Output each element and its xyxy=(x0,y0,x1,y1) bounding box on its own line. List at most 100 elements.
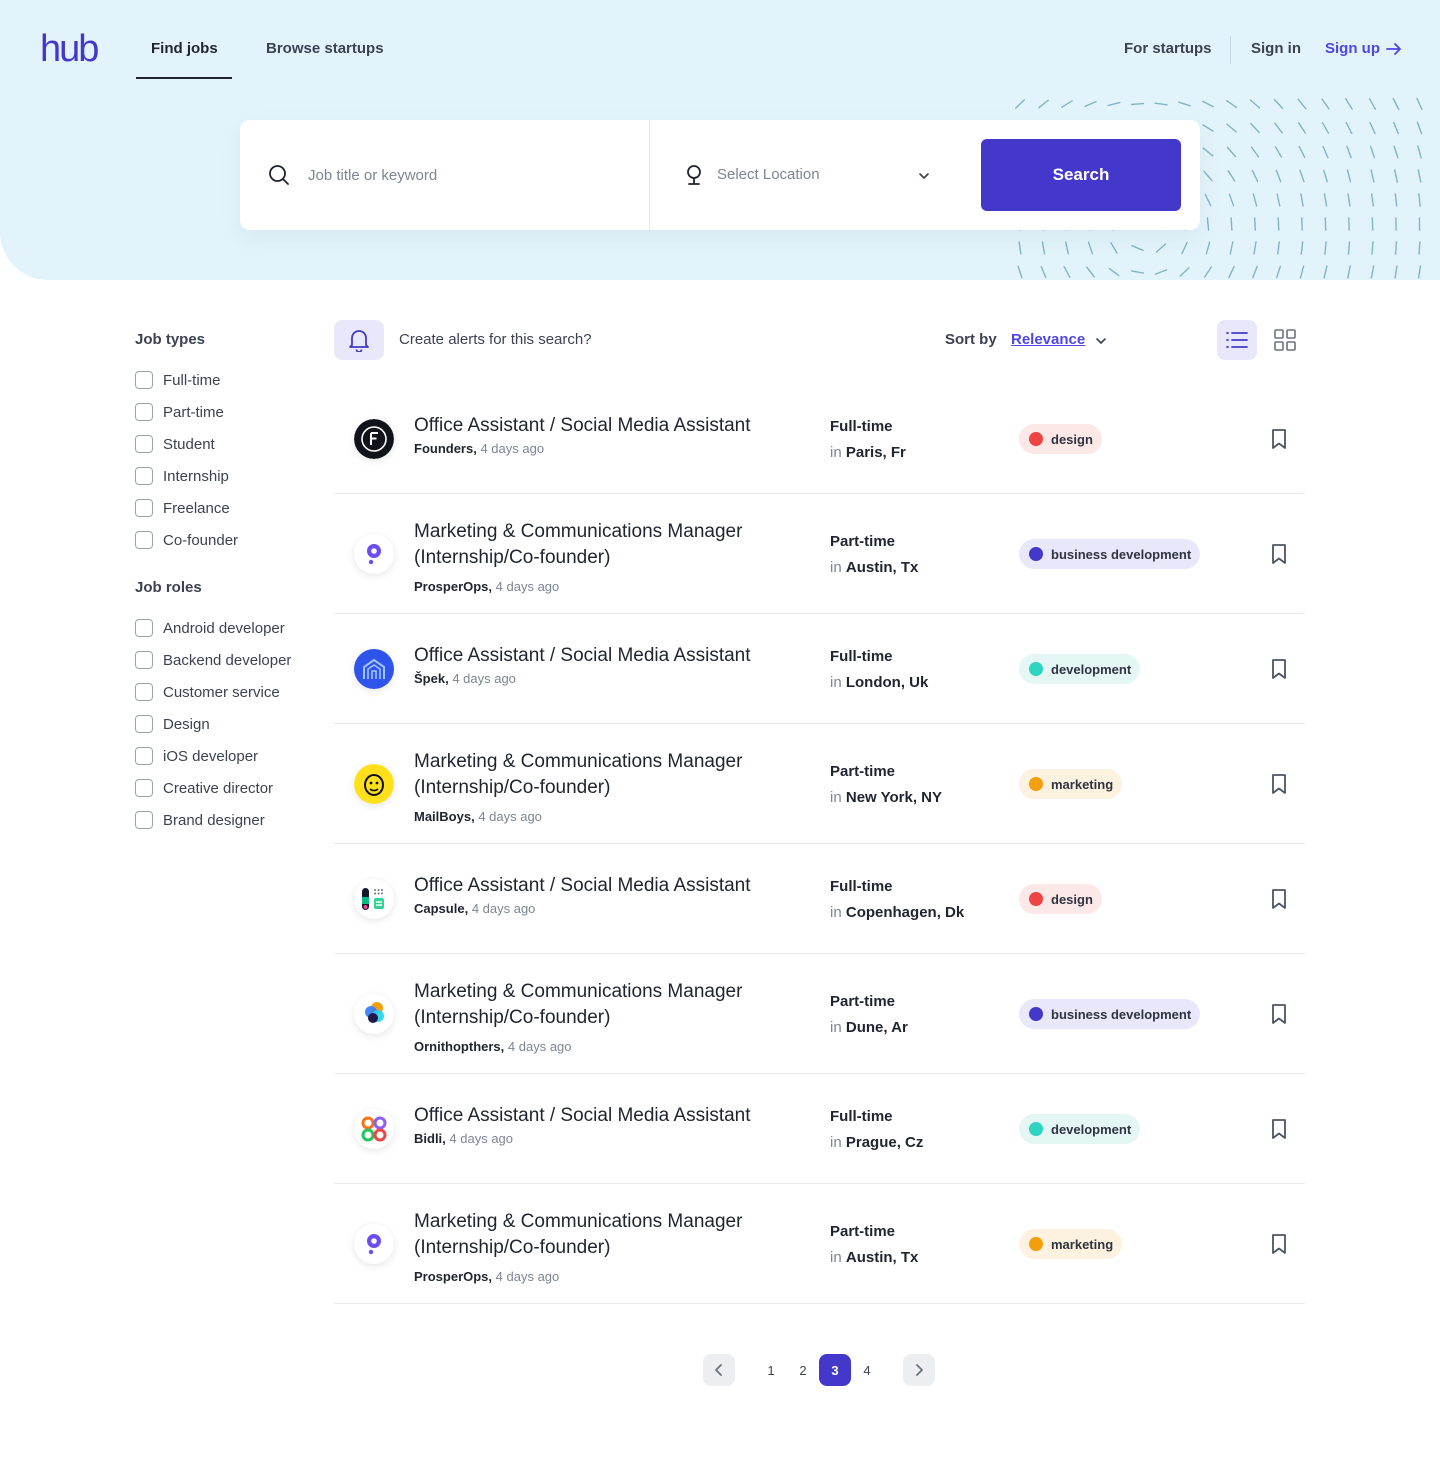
bookmark-icon[interactable] xyxy=(1270,1118,1288,1140)
filter-option-job-role[interactable]: Android developer xyxy=(135,612,291,644)
filter-option-job-type[interactable]: Freelance xyxy=(135,492,238,524)
job-title[interactable]: Office Assistant / Social Media Assistan… xyxy=(414,873,794,899)
next-page-button[interactable] xyxy=(903,1354,935,1386)
category-tag[interactable]: design xyxy=(1019,884,1102,914)
filter-option-job-role[interactable]: Customer service xyxy=(135,676,291,708)
previous-page-button[interactable] xyxy=(703,1354,735,1386)
nav-find-jobs[interactable]: Find jobs xyxy=(151,40,218,57)
job-row[interactable]: Marketing & Communications Manager (Inte… xyxy=(334,954,1305,1074)
filter-checkbox[interactable] xyxy=(135,715,153,733)
hub-logo[interactable]: hub xyxy=(40,30,99,68)
category-tag[interactable]: business development xyxy=(1019,999,1201,1029)
company-name[interactable]: Špek, xyxy=(414,671,449,686)
filter-option-job-role[interactable]: Design xyxy=(135,708,291,740)
sort-label: Sort by xyxy=(945,331,997,348)
company-name[interactable]: ProsperOps, xyxy=(414,579,492,594)
category-tag[interactable]: design xyxy=(1019,424,1102,454)
bookmark-icon[interactable] xyxy=(1270,1003,1288,1025)
company-name[interactable]: Ornithopthers, xyxy=(414,1039,504,1054)
filter-checkbox[interactable] xyxy=(135,651,153,669)
decorative-dash xyxy=(1249,99,1261,109)
filter-option-job-type[interactable]: Part-time xyxy=(135,396,238,428)
posted-date: 4 days ago xyxy=(452,671,516,686)
job-title[interactable]: Marketing & Communications Manager (Inte… xyxy=(414,1209,794,1261)
grid-view-toggle[interactable] xyxy=(1265,320,1305,360)
nav-sign-in[interactable]: Sign in xyxy=(1251,40,1301,57)
filter-checkbox[interactable] xyxy=(135,747,153,765)
filter-checkbox[interactable] xyxy=(135,403,153,421)
filter-checkbox[interactable] xyxy=(135,619,153,637)
filter-checkbox[interactable] xyxy=(135,499,153,517)
filter-option-job-type[interactable]: Internship xyxy=(135,460,238,492)
bookmark-icon[interactable] xyxy=(1270,543,1288,565)
job-title[interactable]: Marketing & Communications Manager (Inte… xyxy=(414,519,794,571)
search-bar: Select Location Search xyxy=(240,120,1200,230)
filter-checkbox[interactable] xyxy=(135,811,153,829)
job-row[interactable]: Office Assistant / Social Media Assistan… xyxy=(334,844,1305,954)
job-row[interactable]: Marketing & Communications Manager (Inte… xyxy=(334,494,1305,614)
page-number-button[interactable]: 3 xyxy=(819,1354,851,1386)
bookmark-icon[interactable] xyxy=(1270,773,1288,795)
job-types-list: Full-time Part-time Student Internship Freel… xyxy=(135,364,238,556)
decorative-dash xyxy=(1179,267,1190,277)
filter-option-job-type[interactable]: Co-founder xyxy=(135,524,238,556)
filter-checkbox[interactable] xyxy=(135,531,153,549)
chevron-down-icon[interactable] xyxy=(917,169,931,183)
create-alert-button[interactable] xyxy=(334,320,384,360)
category-tag[interactable]: marketing xyxy=(1019,1229,1123,1259)
job-title[interactable]: Marketing & Communications Manager (Inte… xyxy=(414,749,794,801)
company-name[interactable]: Founders, xyxy=(414,441,477,456)
job-location: in Copenhagen, Dk xyxy=(830,904,964,921)
decorative-dash xyxy=(1321,98,1330,110)
job-row[interactable]: Marketing & Communications Manager (Inte… xyxy=(334,724,1305,844)
company-name[interactable]: ProsperOps, xyxy=(414,1269,492,1284)
bookmark-icon[interactable] xyxy=(1270,658,1288,680)
job-title[interactable]: Office Assistant / Social Media Assistan… xyxy=(414,1103,794,1129)
search-button[interactable]: Search xyxy=(981,139,1181,211)
job-row[interactable]: Office Assistant / Social Media Assistan… xyxy=(334,1074,1305,1184)
bookmark-icon[interactable] xyxy=(1270,888,1288,910)
filter-option-job-type[interactable]: Student xyxy=(135,428,238,460)
category-tag[interactable]: development xyxy=(1019,654,1141,684)
page-number-button[interactable]: 4 xyxy=(851,1354,883,1386)
nav-browse-startups[interactable]: Browse startups xyxy=(266,40,384,57)
company-name[interactable]: Bidli, xyxy=(414,1131,446,1146)
job-row[interactable]: Office Assistant / Social Media Assistan… xyxy=(334,614,1305,724)
category-tag[interactable]: marketing xyxy=(1019,769,1123,799)
job-title[interactable]: Marketing & Communications Manager (Inte… xyxy=(414,979,794,1031)
job-types-heading: Job types xyxy=(135,331,206,348)
filter-checkbox[interactable] xyxy=(135,683,153,701)
chevron-down-icon[interactable] xyxy=(1094,334,1108,348)
filter-checkbox[interactable] xyxy=(135,371,153,389)
keyword-search-input[interactable] xyxy=(308,160,628,190)
filter-option-job-role[interactable]: Backend developer xyxy=(135,644,291,676)
category-tag[interactable]: business development xyxy=(1019,539,1201,569)
filter-option-job-role[interactable]: Creative director xyxy=(135,772,291,804)
job-title[interactable]: Office Assistant / Social Media Assistan… xyxy=(414,413,794,439)
filter-checkbox[interactable] xyxy=(135,467,153,485)
job-location: in Austin, Tx xyxy=(830,1249,918,1266)
page-number-button[interactable]: 1 xyxy=(755,1354,787,1386)
category-tag[interactable]: development xyxy=(1019,1114,1141,1144)
page-number-button[interactable]: 2 xyxy=(787,1354,819,1386)
job-row[interactable]: Marketing & Communications Manager (Inte… xyxy=(334,1184,1305,1304)
list-view-toggle[interactable] xyxy=(1217,320,1257,360)
filter-option-job-role[interactable]: iOS developer xyxy=(135,740,291,772)
filter-option-job-role[interactable]: Brand designer xyxy=(135,804,291,836)
company-name[interactable]: Capsule, xyxy=(414,901,468,916)
bookmark-icon[interactable] xyxy=(1270,428,1288,450)
job-row[interactable]: Office Assistant / Social Media Assistan… xyxy=(334,384,1305,494)
decorative-dash xyxy=(1394,169,1398,183)
filter-option-job-type[interactable]: Full-time xyxy=(135,364,238,396)
nav-sign-up[interactable]: Sign up xyxy=(1325,40,1402,57)
bookmark-icon[interactable] xyxy=(1270,1233,1288,1255)
filter-checkbox[interactable] xyxy=(135,779,153,797)
sort-dropdown[interactable]: Relevance xyxy=(1011,331,1085,348)
location-select[interactable]: Select Location xyxy=(717,166,820,183)
employment-type: Full-time xyxy=(830,878,893,895)
filter-checkbox[interactable] xyxy=(135,435,153,453)
company-name[interactable]: MailBoys, xyxy=(414,809,475,824)
decorative-dash xyxy=(1274,122,1283,134)
job-title[interactable]: Office Assistant / Social Media Assistan… xyxy=(414,643,794,669)
nav-for-startups[interactable]: For startups xyxy=(1124,40,1212,57)
